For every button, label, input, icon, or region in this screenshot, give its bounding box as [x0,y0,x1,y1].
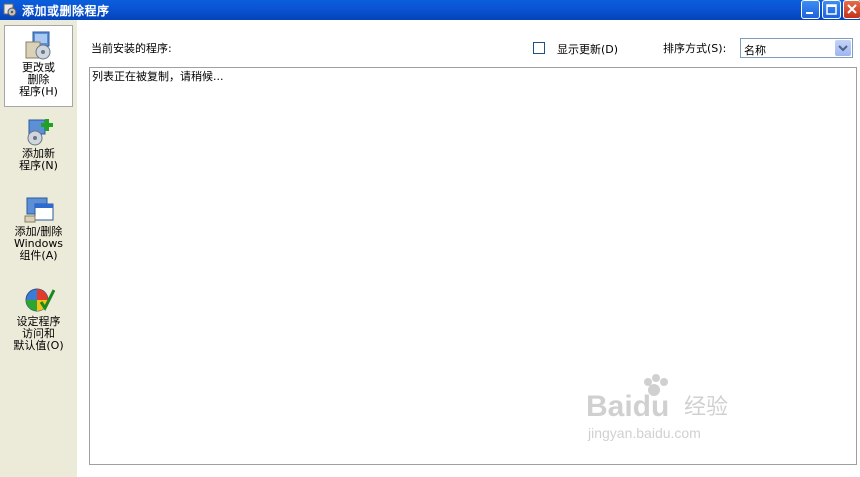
window-title: 添加或删除程序 [22,4,110,18]
sort-by-value: 名称 [744,44,766,57]
chevron-down-icon [838,45,848,52]
baidu-jingyan-watermark: Baidu 经验 jingyan.baidu.com [586,374,728,441]
watermark-url: jingyan.baidu.com [587,425,701,441]
current-programs-label: 当前安装的程序: [91,42,172,55]
sort-by-dropdown[interactable]: 名称 [740,38,853,58]
minimize-icon [806,12,813,14]
windows-components-icon [24,197,53,223]
show-updates-checkbox[interactable] [533,42,545,54]
sidebar-item-label: 设定程序 访问和 默认值(O) [13,315,64,352]
show-updates-label[interactable]: 显示更新(D) [557,41,618,57]
sidebar-item-label: 添加/删除 Windows 组件(A) [13,225,64,262]
watermark-brand: Baidu [586,390,669,423]
close-icon [847,4,857,14]
sidebar-item-label: 添加新 程序(N) [19,147,58,172]
sidebar-item-change-remove-programs[interactable]: 更改或 删除 程序(H) [4,25,73,107]
sidebar-item-add-new-programs[interactable]: 添加新 程序(N) [4,116,73,178]
list-status-text: 列表正在被复制，请稍候... [92,70,224,83]
close-button[interactable] [843,0,860,19]
installed-programs-list[interactable]: 列表正在被复制，请稍候... [89,67,857,465]
main-content: 当前安装的程序: 显示更新(D) 排序方式(S): 名称 列表正在被复制，请稍候… [77,20,860,477]
sort-by-label: 排序方式(S): [663,42,727,55]
maximize-icon [826,4,837,15]
title-bar[interactable]: 添加或删除程序 [0,0,860,20]
program-access-defaults-icon [25,288,55,312]
maximize-button[interactable] [822,0,841,19]
sidebar: 更改或 删除 程序(H) 添加新 程序(N) 添加/删除 Windows 组件(… [0,20,77,477]
add-new-programs-icon [27,119,53,146]
minimize-button[interactable] [801,0,820,19]
sidebar-item-label: 更改或 删除 程序(H) [19,61,58,98]
change-remove-programs-icon [25,31,50,60]
app-icon [3,3,17,17]
sidebar-item-program-access-defaults[interactable]: 设定程序 访问和 默认值(O) [4,284,73,364]
watermark-suffix: 经验 [684,395,728,420]
dropdown-arrow-button[interactable] [835,40,851,56]
sidebar-item-windows-components[interactable]: 添加/删除 Windows 组件(A) [4,194,73,268]
